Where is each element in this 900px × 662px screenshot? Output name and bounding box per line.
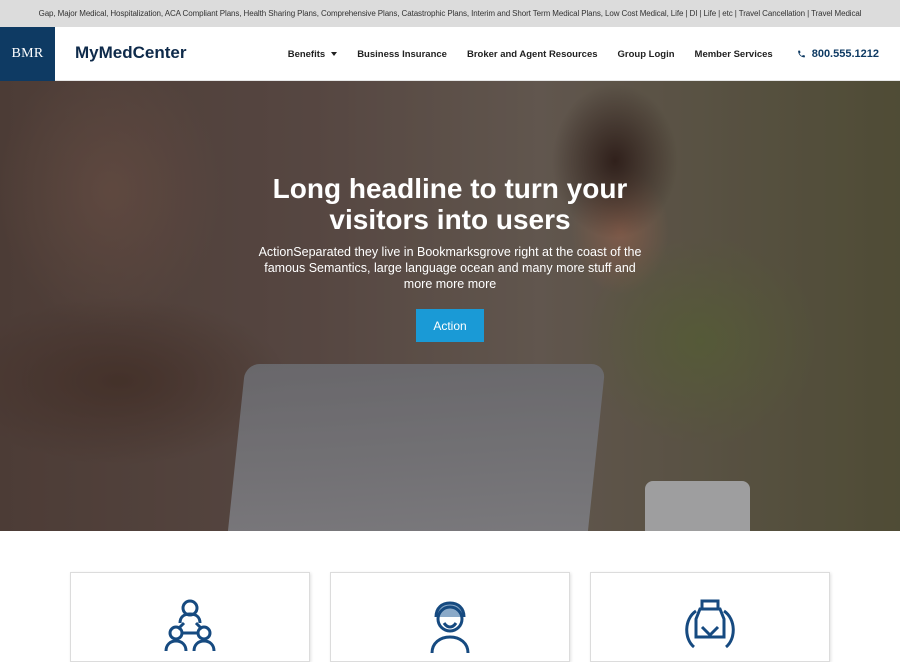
nav-item-business-insurance[interactable]: Business Insurance [357, 49, 447, 60]
feature-card[interactable] [590, 572, 830, 662]
hero-section: Long headline to turn your visitors into… [0, 81, 900, 531]
site-header: BMR MyMedCenter Benefits Business Insura… [0, 27, 900, 81]
main-nav: Benefits Business Insurance Broker and A… [288, 27, 879, 81]
nav-item-label: Member Services [694, 48, 773, 60]
brand-name[interactable]: MyMedCenter [75, 43, 186, 63]
hero-headline: Long headline to turn your visitors into… [272, 173, 628, 235]
chevron-down-icon [331, 52, 338, 56]
nav-item-label: Business Insurance [357, 48, 447, 60]
nav-item-label: Benefits [287, 48, 326, 60]
people-network-icon [164, 599, 216, 652]
feature-card[interactable] [70, 572, 310, 662]
logo[interactable]: BMR [0, 27, 55, 81]
phone-number: 800.555.1212 [811, 48, 879, 60]
hero-subtext: ActionSeparated they live in Bookmarksgr… [258, 245, 642, 291]
action-button[interactable]: Action [416, 309, 484, 342]
phone-icon [797, 50, 805, 58]
nav-item-member-services[interactable]: Member Services [695, 49, 773, 60]
top-banner: Gap, Major Medical, Hospitalization, ACA… [0, 0, 900, 27]
nav-item-broker-resources[interactable]: Broker and Agent Resources [467, 49, 598, 60]
nav-item-label: Group Login [617, 48, 675, 60]
top-banner-text: Gap, Major Medical, Hospitalization, ACA… [38, 9, 862, 18]
nav-item-group-login[interactable]: Group Login [618, 49, 675, 60]
hero-content: Long headline to turn your visitors into… [0, 81, 900, 531]
nav-item-label: Broker and Agent Resources [466, 48, 598, 60]
logo-text: BMR [11, 46, 44, 61]
hands-icon [685, 599, 735, 649]
feature-cards [0, 531, 900, 662]
feature-card[interactable] [330, 572, 570, 662]
person-icon [430, 601, 470, 653]
phone-link[interactable]: 800.555.1212 [797, 48, 879, 60]
nav-item-benefits[interactable]: Benefits [287, 48, 338, 60]
